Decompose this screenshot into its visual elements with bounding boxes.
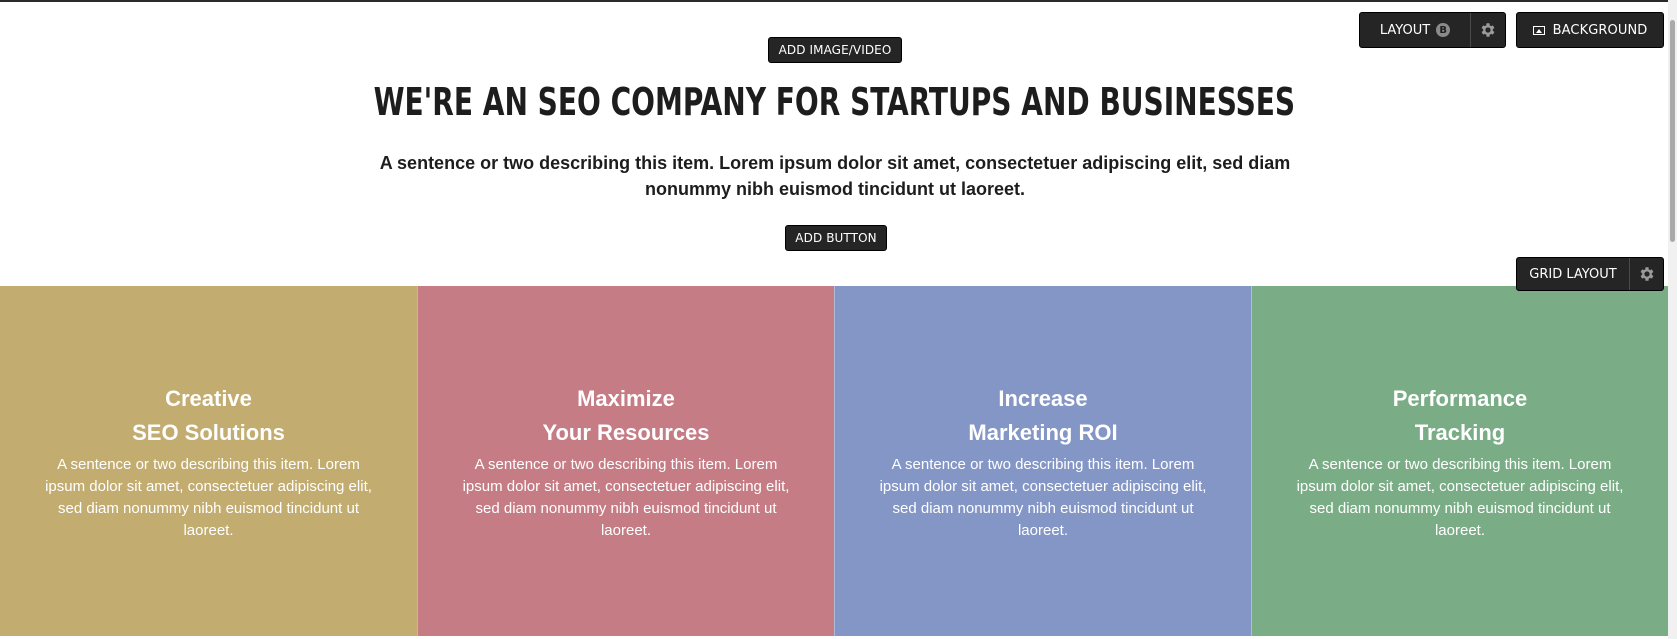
feature-title-line1: Maximize xyxy=(577,386,675,411)
layout-toolbar: LAYOUT B xyxy=(1359,12,1506,48)
feature-title: Performance Tracking xyxy=(1252,382,1668,450)
feature-card: Maximize Your Resources A sentence or tw… xyxy=(417,286,834,636)
top-image-strip xyxy=(0,0,1677,2)
gear-icon xyxy=(1640,267,1653,281)
feature-description: A sentence or two describing this item. … xyxy=(879,456,1207,539)
layout-settings-button[interactable] xyxy=(1470,13,1505,47)
feature-description: A sentence or two describing this item. … xyxy=(462,456,790,539)
layout-button[interactable]: LAYOUT B xyxy=(1360,13,1470,47)
feature-title-line1: Performance xyxy=(1392,386,1528,411)
background-button[interactable]: BACKGROUND xyxy=(1516,12,1664,48)
layout-badge: B xyxy=(1436,23,1451,37)
scrollbar-thumb[interactable] xyxy=(1670,20,1675,242)
feature-title-line2: SEO Solutions xyxy=(132,420,285,445)
hero-subtitle: A sentence or two describing this item. … xyxy=(379,153,1291,199)
grid-settings-button[interactable] xyxy=(1629,258,1663,290)
layout-label: LAYOUT xyxy=(1379,22,1431,38)
add-button-button[interactable]: ADD BUTTON xyxy=(785,225,887,251)
feature-title: Maximize Your Resources xyxy=(418,382,834,450)
feature-title-line1: Increase xyxy=(998,386,1088,411)
hero-title: WE'RE AN SEO COMPANY FOR STARTUPS AND BU… xyxy=(373,80,1296,124)
feature-title: Increase Marketing ROI xyxy=(835,382,1251,450)
feature-title-line2: Your Resources xyxy=(542,420,710,445)
feature-title-line1: Creative xyxy=(165,386,252,411)
feature-title-line2: Marketing ROI xyxy=(968,420,1118,445)
feature-grid: Creative SEO Solutions A sentence or two… xyxy=(0,286,1668,636)
add-image-video-button[interactable]: ADD IMAGE/VIDEO xyxy=(768,37,902,63)
feature-title: Creative SEO Solutions xyxy=(0,382,417,450)
background-label: BACKGROUND xyxy=(1552,22,1648,38)
gear-icon xyxy=(1481,23,1495,37)
feature-card: Creative SEO Solutions A sentence or two… xyxy=(0,286,417,636)
image-icon xyxy=(1532,25,1545,35)
feature-title-line2: Tracking xyxy=(1414,420,1506,445)
scrollbar[interactable] xyxy=(1668,0,1677,639)
feature-card: Performance Tracking A sentence or two d… xyxy=(1251,286,1668,636)
feature-description: A sentence or two describing this item. … xyxy=(1296,456,1624,539)
grid-layout-toolbar: GRID LAYOUT xyxy=(1516,257,1664,291)
feature-description: A sentence or two describing this item. … xyxy=(45,456,372,539)
feature-card: Increase Marketing ROI A sentence or two… xyxy=(834,286,1251,636)
grid-layout-button[interactable]: GRID LAYOUT xyxy=(1517,258,1629,290)
